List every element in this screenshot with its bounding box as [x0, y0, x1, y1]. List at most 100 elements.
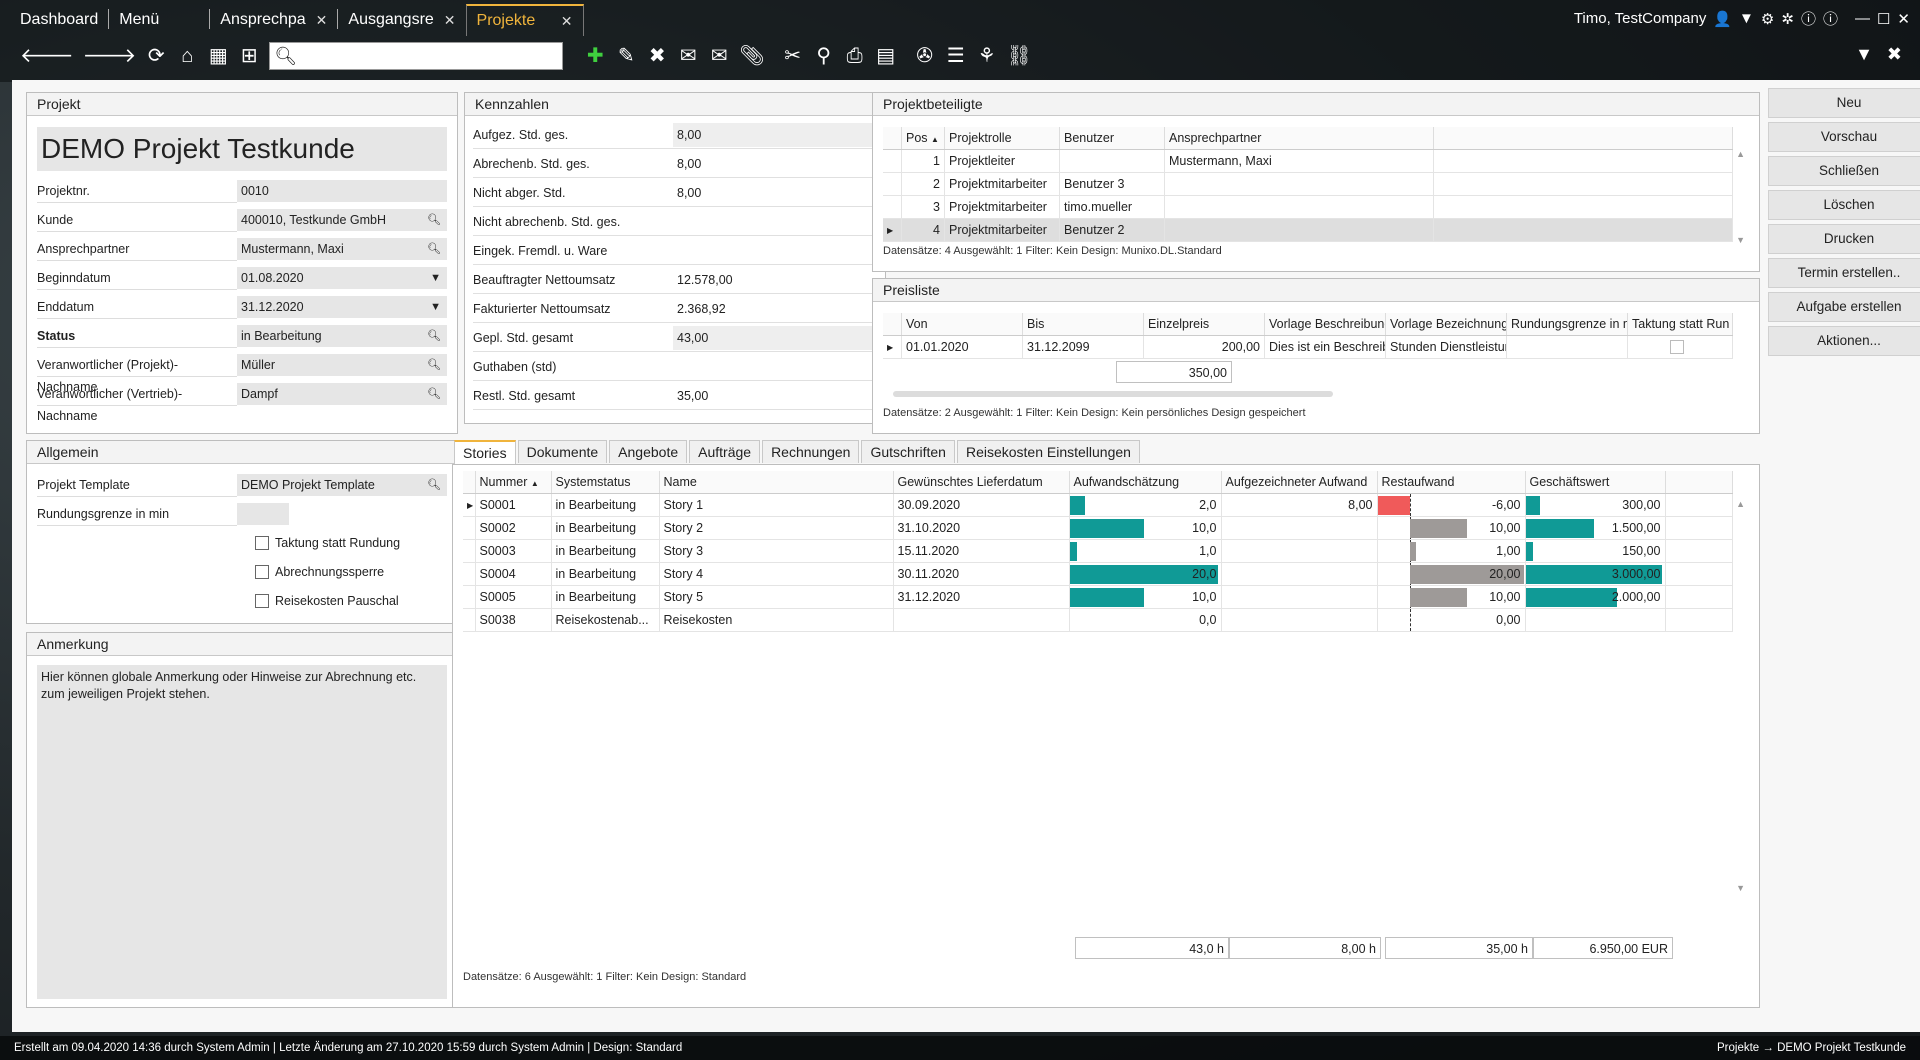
- column-header[interactable]: Geschäftswert: [1525, 471, 1666, 494]
- column-header[interactable]: Von: [901, 313, 1023, 336]
- dropdown-icon[interactable]: ▼: [1739, 10, 1754, 27]
- checkbox-taktung-cell[interactable]: [1670, 340, 1684, 355]
- column-header[interactable]: Einzelpreis: [1143, 313, 1265, 336]
- maximize-icon[interactable]: ☐: [1877, 10, 1890, 28]
- field-value[interactable]: DEMO Projekt Template 🔍︎: [237, 474, 447, 496]
- search-input[interactable]: [297, 44, 563, 68]
- project-title[interactable]: DEMO Projekt Testkunde: [37, 127, 447, 171]
- tab-gutschriften[interactable]: Gutschriften: [861, 440, 955, 463]
- minimize-icon[interactable]: —: [1855, 10, 1870, 27]
- search-icon[interactable]: 🔍︎: [427, 209, 447, 231]
- field-value[interactable]: in Bearbeitung 🔍︎: [237, 325, 447, 347]
- tab-auftraege[interactable]: Aufträge: [689, 440, 761, 463]
- table-row[interactable]: ▶ S0001 in Bearbeitung Story 1 30.09.2020 2,0…: [463, 493, 1733, 517]
- delete-icon[interactable]: ✖: [646, 44, 668, 68]
- checkbox-abrechnungssperre[interactable]: Abrechnungssperre: [255, 565, 384, 579]
- column-header[interactable]: Aufwandschätzung: [1069, 471, 1222, 494]
- chevron-down-icon[interactable]: ▼: [1855, 44, 1873, 65]
- grid-icon[interactable]: ⊞: [238, 44, 260, 68]
- cut-icon[interactable]: ✂: [782, 44, 804, 68]
- breadcrumb-record[interactable]: DEMO Projekt Testkunde: [1777, 1042, 1906, 1054]
- field-value[interactable]: Dampf 🔍︎: [237, 383, 447, 405]
- hierarchy-icon[interactable]: ⚘: [976, 44, 998, 68]
- column-header[interactable]: Vorlage Beschreibung: [1264, 313, 1386, 336]
- dropdown-arrow-icon[interactable]: ▼: [430, 267, 447, 289]
- new-mail-icon[interactable]: ✉: [677, 44, 699, 68]
- table-row[interactable]: 2 Projektmitarbeiter Benutzer 3: [883, 172, 1733, 196]
- close-icon[interactable]: ✕: [444, 12, 456, 29]
- help-icon[interactable]: ⓘ: [1801, 8, 1816, 29]
- tab-angebote[interactable]: Angebote: [609, 440, 688, 463]
- field-value[interactable]: 31.12.2020 ▼: [237, 296, 447, 318]
- column-header[interactable]: Pos ▲: [901, 127, 945, 150]
- close-icon[interactable]: ✕: [561, 13, 573, 30]
- dropdown-arrow-icon[interactable]: ▼: [430, 296, 447, 318]
- search-box[interactable]: 🔍︎: [269, 42, 564, 70]
- calendar-icon[interactable]: ▦: [207, 44, 229, 68]
- close-window-icon[interactable]: ✕: [1897, 10, 1910, 28]
- tab-menu[interactable]: Menü: [109, 5, 209, 35]
- field-value[interactable]: 0010: [237, 180, 447, 202]
- gear-icon[interactable]: ⚙: [1761, 10, 1774, 28]
- aktionen-button[interactable]: Aktionen...: [1768, 326, 1920, 356]
- table-row[interactable]: S0004 in Bearbeitung Story 4 30.11.2020 20,0…: [463, 562, 1733, 586]
- user-name[interactable]: Timo, TestCompany: [1574, 10, 1707, 27]
- loeschen-button[interactable]: Löschen: [1768, 190, 1920, 220]
- tab-ausgangsrechnungen[interactable]: Ausgangsre ✕: [338, 5, 465, 35]
- column-header[interactable]: Benutzer: [1059, 127, 1165, 150]
- column-header[interactable]: Restaufwand: [1377, 471, 1526, 494]
- field-value[interactable]: [237, 503, 289, 525]
- column-header[interactable]: Bis: [1022, 313, 1144, 336]
- column-header[interactable]: Vorlage Bezeichnung: [1385, 313, 1507, 336]
- document-icon[interactable]: ▤: [875, 44, 897, 68]
- table-row[interactable]: 3 Projektmitarbeiter timo.mueller: [883, 195, 1733, 219]
- column-header[interactable]: Systemstatus: [551, 471, 660, 494]
- link-icon[interactable]: ⛓: [1007, 44, 1032, 68]
- checkbox-box[interactable]: [255, 594, 269, 608]
- tab-rechnungen[interactable]: Rechnungen: [762, 440, 860, 463]
- home-icon[interactable]: ⌂: [176, 44, 198, 68]
- close-panel-icon[interactable]: ✖: [1887, 44, 1902, 65]
- column-header[interactable]: Ansprechpartner: [1164, 127, 1434, 150]
- field-value[interactable]: 01.08.2020 ▼: [237, 267, 447, 289]
- schliessen-button[interactable]: Schließen: [1768, 156, 1920, 186]
- table-row-selected[interactable]: ▶ 4 Projektmitarbeiter Benutzer 2: [883, 218, 1733, 242]
- scroll-up-icon[interactable]: ▲: [1736, 499, 1745, 509]
- preview-icon[interactable]: ⚲: [813, 44, 835, 68]
- tab-reisekosten-einstellungen[interactable]: Reisekosten Einstellungen: [956, 440, 1140, 463]
- attachment-icon[interactable]: 📎︎: [739, 44, 764, 68]
- field-value[interactable]: 400010, Testkunde GmbH 🔍︎: [237, 209, 447, 231]
- search-icon[interactable]: 🔍︎: [427, 354, 447, 376]
- forward-arrow-icon[interactable]: 🡒: [83, 44, 137, 68]
- search-icon[interactable]: 🔍︎: [427, 238, 447, 260]
- table-row[interactable]: S0005 in Bearbeitung Story 5 31.12.2020 10,0…: [463, 585, 1733, 609]
- add-icon[interactable]: ✚: [584, 44, 606, 68]
- table-row[interactable]: S0002 in Bearbeitung Story 2 31.10.2020 10,0…: [463, 516, 1733, 540]
- search-icon[interactable]: 🔍︎: [427, 474, 447, 496]
- checkbox-taktung[interactable]: Taktung statt Rundung: [255, 536, 400, 550]
- scroll-down-icon[interactable]: ▼: [1736, 235, 1745, 245]
- back-arrow-icon[interactable]: 🡐: [20, 44, 74, 68]
- drucken-button[interactable]: Drucken: [1768, 224, 1920, 254]
- column-header[interactable]: Nummer ▲: [475, 471, 552, 494]
- scroll-up-icon[interactable]: ▲: [1736, 149, 1745, 159]
- aufgabe-erstellen-button[interactable]: Aufgabe erstellen: [1768, 292, 1920, 322]
- neu-button[interactable]: Neu: [1768, 88, 1920, 118]
- pin-icon[interactable]: ✇: [914, 44, 936, 68]
- info-icon[interactable]: ⓘ: [1823, 8, 1838, 29]
- tab-dokumente[interactable]: Dokumente: [517, 440, 608, 463]
- horizontal-scrollbar[interactable]: [893, 391, 1333, 397]
- termin-erstellen-button[interactable]: Termin erstellen..: [1768, 258, 1920, 288]
- checkbox-box[interactable]: [255, 565, 269, 579]
- tab-projekte[interactable]: Projekte ✕: [465, 4, 584, 36]
- column-header[interactable]: Taktung statt Run: [1627, 313, 1733, 336]
- tab-dashboard[interactable]: Dashboard: [0, 5, 108, 35]
- column-header[interactable]: Name: [659, 471, 894, 494]
- field-value[interactable]: Müller 🔍︎: [237, 354, 447, 376]
- column-header[interactable]: Gewünschtes Lieferdatum: [893, 471, 1070, 494]
- refresh-icon[interactable]: ⟳: [145, 44, 167, 68]
- column-header[interactable]: Rundungsgrenze in m: [1506, 313, 1628, 336]
- vorschau-button[interactable]: Vorschau: [1768, 122, 1920, 152]
- search-icon[interactable]: 🔍︎: [427, 325, 447, 347]
- user-icon[interactable]: 👤: [1713, 10, 1732, 28]
